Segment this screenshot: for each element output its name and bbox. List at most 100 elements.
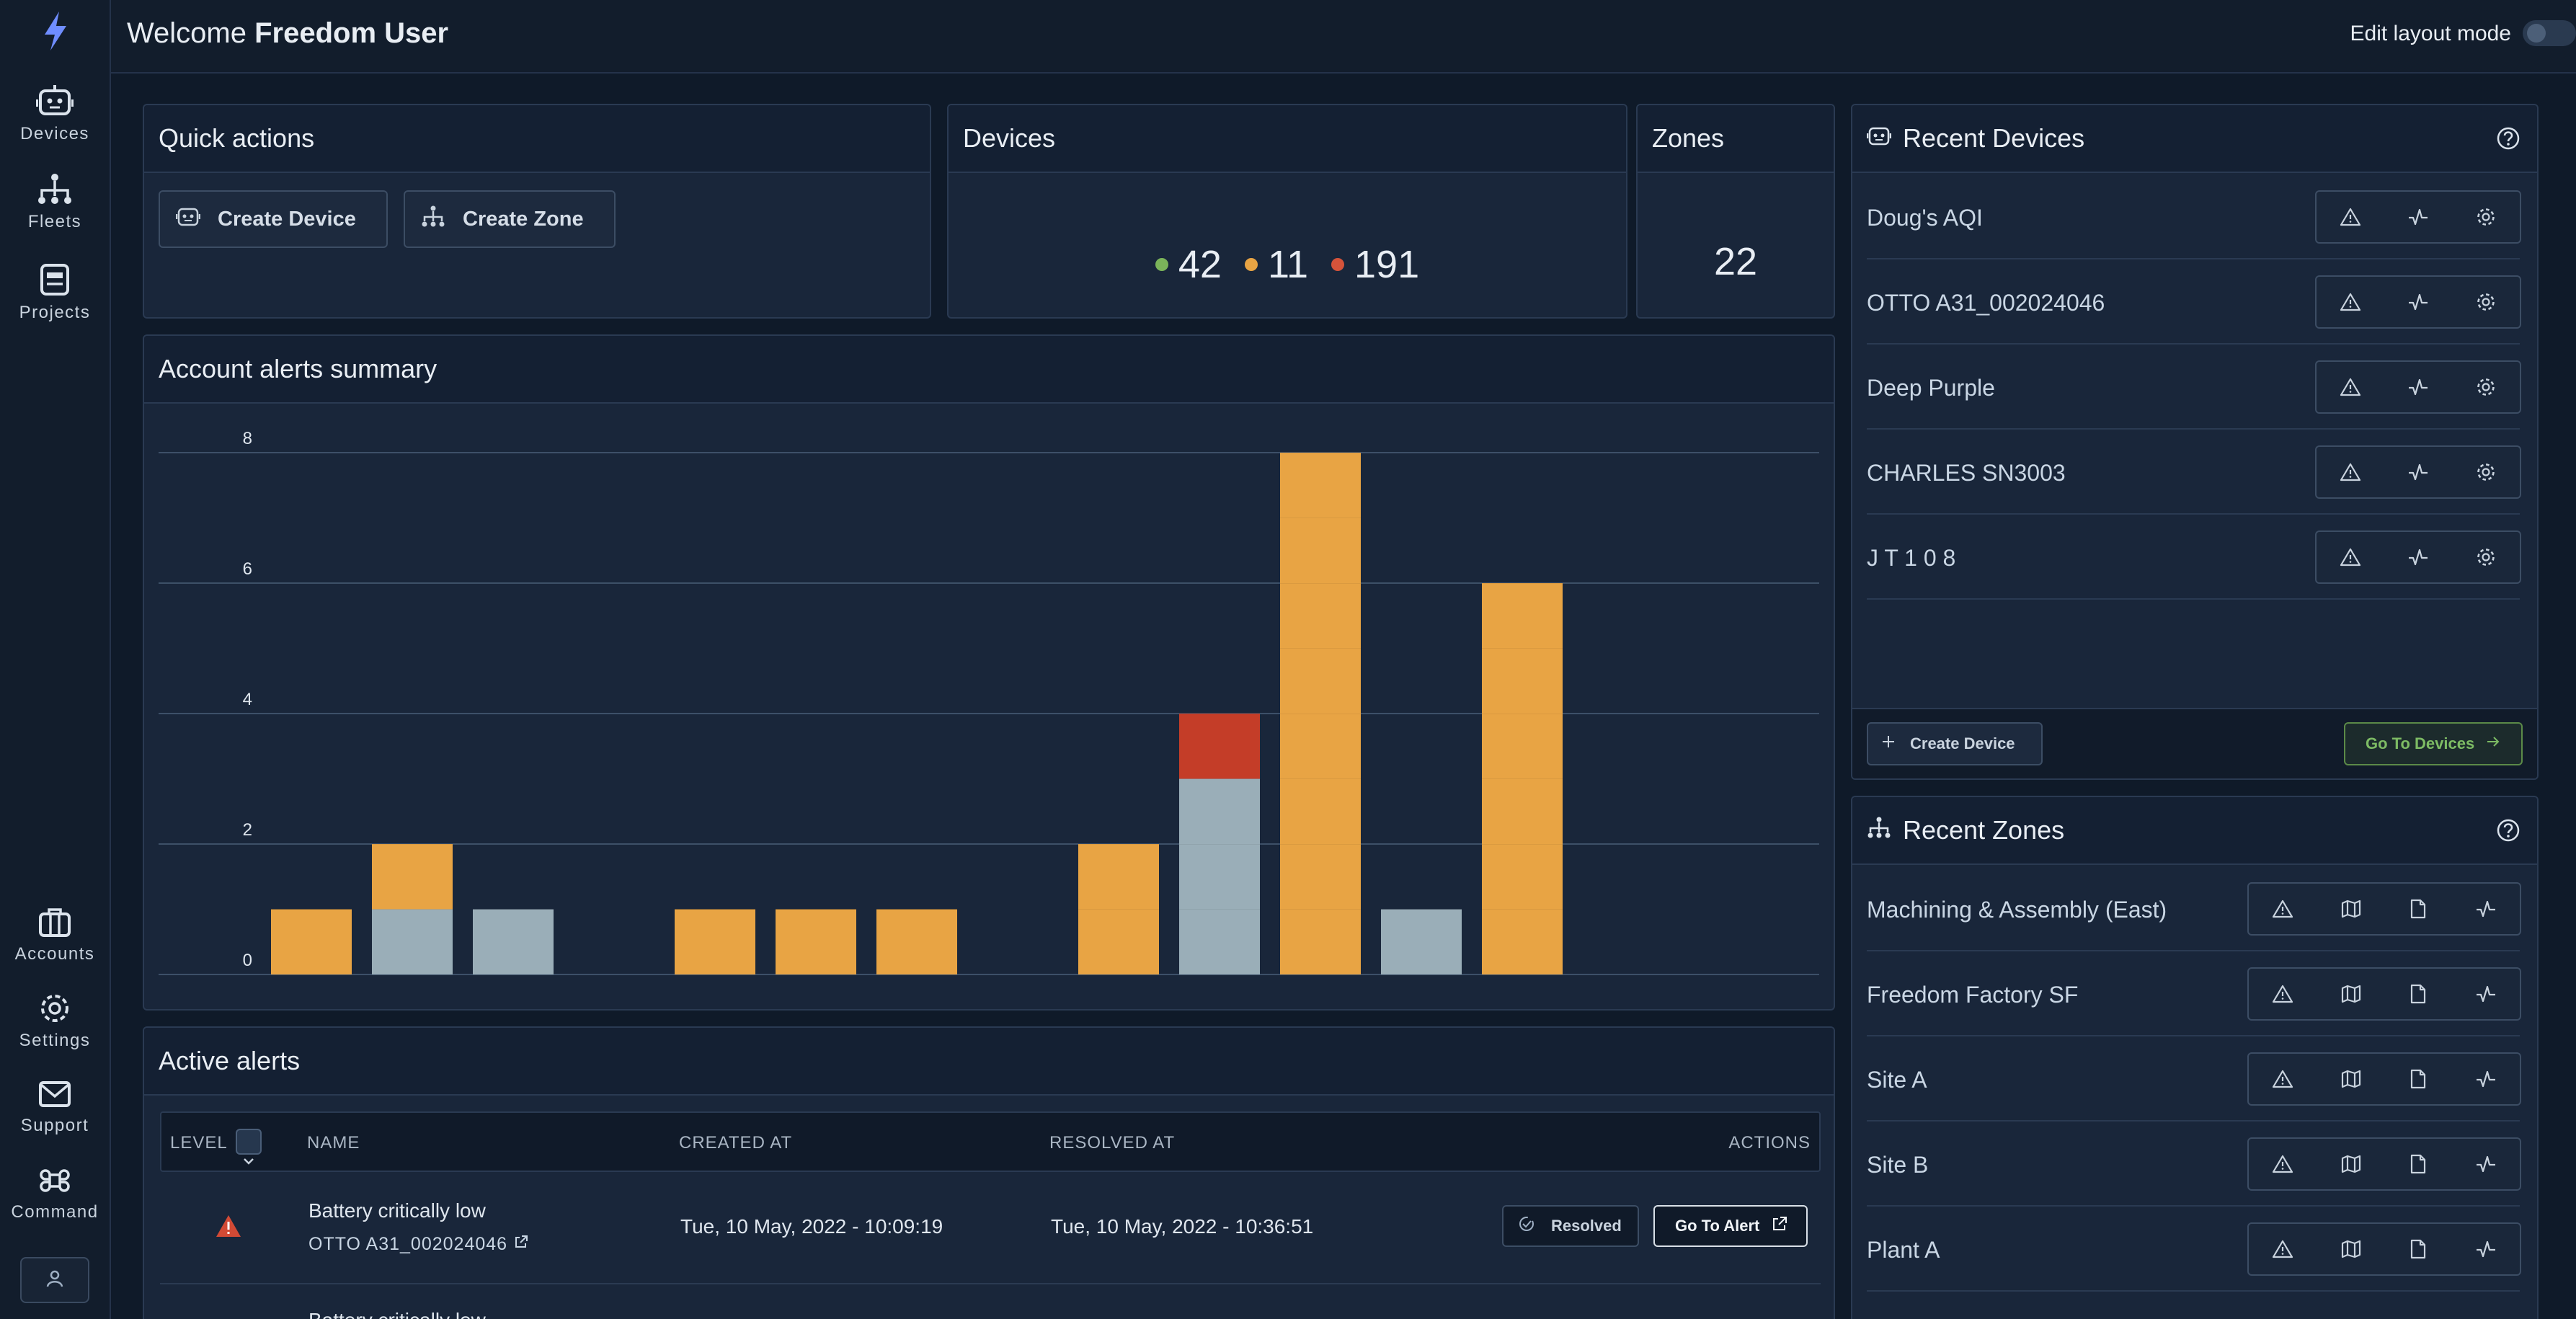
alert-device-link[interactable]: OTTO A31_002024046 — [308, 1234, 529, 1255]
bar-segment[interactable] — [1179, 909, 1260, 975]
bar-segment[interactable] — [675, 909, 755, 975]
level-sort-button[interactable] — [236, 1129, 262, 1165]
nav-accounts[interactable]: Accounts — [0, 907, 110, 964]
list-item-name[interactable]: Deep Purple — [1867, 375, 1995, 401]
lightning-logo-icon[interactable] — [37, 10, 74, 52]
map-icon[interactable] — [2340, 1154, 2362, 1174]
bar-segment[interactable] — [372, 844, 453, 910]
list-item[interactable]: Deep Purple — [1867, 345, 2521, 430]
bar-segment[interactable] — [1482, 778, 1563, 845]
gear-icon[interactable] — [2475, 206, 2497, 228]
bar-segment[interactable] — [372, 909, 453, 975]
list-item-name[interactable]: OTTO A31_002024046 — [1867, 290, 2105, 316]
bar-segment[interactable] — [1280, 583, 1361, 649]
zones-count[interactable]: 22 — [1638, 239, 1834, 284]
bar-segment[interactable] — [1280, 453, 1361, 518]
bar-segment[interactable] — [271, 909, 352, 975]
nav-command[interactable]: Command — [0, 1165, 110, 1222]
list-item[interactable]: OTTO A31_002024046 — [1867, 259, 2521, 345]
activity-icon[interactable] — [2475, 1154, 2497, 1174]
nav-fleets[interactable]: Fleets — [0, 172, 110, 232]
file-icon[interactable] — [2408, 898, 2428, 920]
warning-icon[interactable] — [2340, 547, 2361, 567]
map-icon[interactable] — [2340, 899, 2362, 919]
warning-icon[interactable] — [2272, 899, 2293, 919]
bar-segment[interactable] — [1280, 648, 1361, 714]
create-zone-button[interactable]: Create Zone — [404, 190, 616, 248]
bar-segment[interactable] — [776, 909, 856, 975]
online-count[interactable]: 42 — [1155, 242, 1222, 287]
gear-icon[interactable] — [2475, 461, 2497, 483]
bar-segment[interactable] — [1179, 778, 1260, 845]
nav-projects[interactable]: Projects — [0, 262, 110, 323]
bar-segment[interactable] — [1482, 844, 1563, 910]
bar-segment[interactable] — [1482, 648, 1563, 714]
activity-icon[interactable] — [2407, 462, 2429, 482]
warning-icon[interactable] — [2340, 377, 2361, 397]
bar-segment[interactable] — [1482, 909, 1563, 975]
go-to-devices-button[interactable]: Go To Devices — [2344, 722, 2523, 765]
nav-support[interactable]: Support — [0, 1078, 110, 1136]
list-item-name[interactable]: CHARLES SN3003 — [1867, 460, 2066, 487]
bar-segment[interactable] — [1482, 714, 1563, 779]
list-item[interactable]: CHARLES SN3003 — [1867, 430, 2521, 515]
bar-segment[interactable] — [473, 909, 554, 975]
file-icon[interactable] — [2408, 1238, 2428, 1260]
bar-segment[interactable] — [876, 909, 957, 975]
list-item-name[interactable]: J T 1 0 8 — [1867, 545, 1955, 572]
warning-icon[interactable] — [2272, 1069, 2293, 1089]
file-icon[interactable] — [2408, 983, 2428, 1005]
bar-segment[interactable] — [1078, 844, 1159, 910]
bar-segment[interactable] — [1280, 518, 1361, 584]
list-item-name[interactable]: Doug's AQI — [1867, 205, 1983, 231]
activity-icon[interactable] — [2475, 1069, 2497, 1089]
map-icon[interactable] — [2340, 1239, 2362, 1259]
bar-segment[interactable] — [1482, 583, 1563, 649]
user-menu-button[interactable] — [20, 1257, 89, 1303]
bar-segment[interactable] — [1280, 844, 1361, 910]
nav-settings[interactable]: Settings — [0, 992, 110, 1051]
activity-icon[interactable] — [2407, 292, 2429, 312]
file-icon[interactable] — [2408, 1153, 2428, 1175]
list-item-name[interactable]: Site A — [1867, 1067, 1927, 1093]
bar-segment[interactable] — [1280, 714, 1361, 779]
edit-layout-toggle[interactable] — [2523, 20, 2576, 46]
bar-segment[interactable] — [1078, 909, 1159, 975]
bar-segment[interactable] — [1280, 909, 1361, 975]
warning-icon[interactable] — [2272, 984, 2293, 1004]
warning-icon[interactable] — [2340, 207, 2361, 227]
list-item-name[interactable]: Machining & Assembly (East) — [1867, 897, 2167, 923]
warning-icon[interactable] — [2272, 1154, 2293, 1174]
list-item[interactable]: Plant A — [1867, 1207, 2521, 1292]
list-item-name[interactable]: Site B — [1867, 1152, 1928, 1178]
warning-icon[interactable] — [2340, 292, 2361, 312]
create-device-button[interactable]: Create Device — [159, 190, 388, 248]
activity-icon[interactable] — [2407, 207, 2429, 227]
file-icon[interactable] — [2408, 1068, 2428, 1090]
map-icon[interactable] — [2340, 984, 2362, 1004]
warning-count[interactable]: 11 — [1244, 242, 1308, 287]
list-item[interactable]: Machining & Assembly (East) — [1867, 866, 2521, 951]
activity-icon[interactable] — [2475, 899, 2497, 919]
bar-segment[interactable] — [1381, 909, 1462, 975]
list-item-name[interactable]: Plant A — [1867, 1237, 1940, 1264]
bar-segment[interactable] — [1280, 778, 1361, 845]
create-device-footer-button[interactable]: Create Device — [1867, 722, 2043, 765]
bar-segment[interactable] — [1179, 844, 1260, 910]
list-item-name[interactable]: Freedom Factory SF — [1867, 982, 2078, 1008]
list-item[interactable]: Site A — [1867, 1036, 2521, 1122]
warning-icon[interactable] — [2272, 1239, 2293, 1259]
help-icon[interactable] — [2495, 125, 2521, 155]
go-to-alert-button[interactable]: Go To Alert — [1653, 1205, 1808, 1247]
list-item[interactable]: J T 1 0 8 — [1867, 515, 2521, 600]
activity-icon[interactable] — [2475, 984, 2497, 1004]
activity-icon[interactable] — [2407, 377, 2429, 397]
list-item[interactable]: Doug's AQI — [1867, 174, 2521, 259]
gear-icon[interactable] — [2475, 376, 2497, 398]
list-item[interactable]: Site B — [1867, 1122, 2521, 1207]
warning-icon[interactable] — [2340, 462, 2361, 482]
list-item[interactable]: Freedom Factory SF — [1867, 951, 2521, 1036]
offline-count[interactable]: 191 — [1331, 242, 1419, 287]
bar-segment[interactable] — [1179, 714, 1260, 779]
activity-icon[interactable] — [2407, 547, 2429, 567]
